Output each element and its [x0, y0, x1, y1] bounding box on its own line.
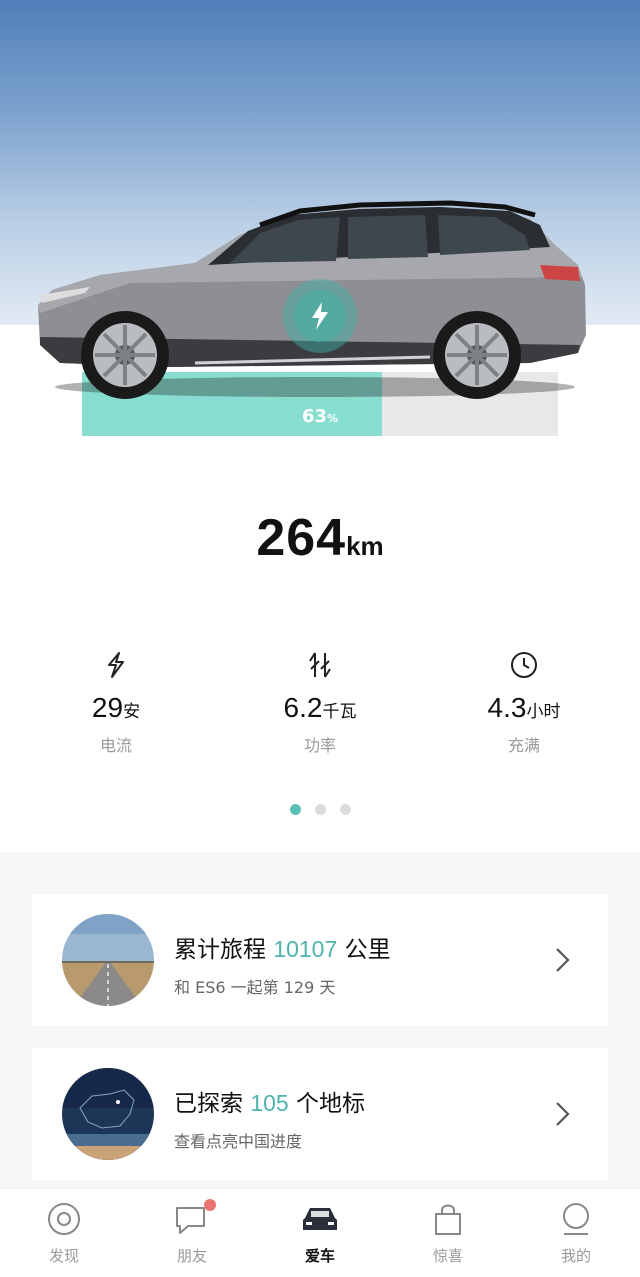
- power-arrows-icon: [220, 650, 420, 680]
- mileage-title: 累计旅程 10107 公里: [174, 936, 391, 963]
- mileage-subtitle: 和 ES6 一起第 129 天: [174, 978, 336, 997]
- car-hero: 63%: [0, 0, 640, 470]
- tab-profile[interactable]: 我的: [512, 1199, 640, 1266]
- stat-label: 功率: [303, 736, 336, 755]
- tab-surprise[interactable]: 惊喜: [384, 1199, 512, 1266]
- tab-label: 惊喜: [432, 1247, 463, 1265]
- stat-current: 29安 电流: [16, 650, 216, 756]
- discover-circle-icon: [0, 1199, 128, 1239]
- range-value: 264: [256, 509, 347, 567]
- tab-discover[interactable]: 发现: [0, 1199, 128, 1266]
- stat-label: 电流: [99, 736, 132, 755]
- mileage-card[interactable]: 累计旅程 10107 公里 和 ES6 一起第 129 天: [32, 894, 608, 1026]
- page-dot[interactable]: [289, 804, 301, 815]
- notification-badge: [204, 1199, 216, 1211]
- china-map-photo: [62, 1068, 154, 1160]
- car-icon: [256, 1199, 384, 1239]
- chevron-right-icon: [556, 948, 570, 972]
- tab-label: 朋友: [176, 1247, 207, 1265]
- battery-percentage: 63%: [301, 406, 339, 427]
- clock-icon: [424, 650, 624, 680]
- stat-time-to-full: 4.3小时 充满: [424, 650, 624, 756]
- bottom-tab-bar: 发现 朋友 爱车 惊喜 我的: [0, 1188, 640, 1277]
- tab-label: 发现: [48, 1247, 79, 1265]
- stat-power: 6.2千瓦 功率: [220, 650, 420, 756]
- tab-label: 我的: [560, 1247, 591, 1265]
- page-dot[interactable]: [339, 804, 351, 815]
- stat-label: 充满: [507, 736, 540, 755]
- charging-stats[interactable]: 29安 电流 6.2千瓦 功率 4.3小时 充满: [0, 650, 640, 760]
- landmarks-title: 已探索 105 个地标: [174, 1090, 365, 1117]
- page-indicator[interactable]: [0, 804, 640, 815]
- road-photo: [62, 914, 154, 1006]
- landmarks-card[interactable]: 已探索 105 个地标 查看点亮中国进度: [32, 1048, 608, 1180]
- shopping-bag-icon: [384, 1199, 512, 1239]
- journey-section: 累计旅程 10107 公里 和 ES6 一起第 129 天 已探索 105 个地…: [0, 852, 640, 1188]
- landmarks-subtitle: 查看点亮中国进度: [174, 1132, 303, 1151]
- range-unit: km: [346, 531, 384, 561]
- current-bolt-icon: [16, 650, 216, 680]
- page-dot[interactable]: [314, 804, 326, 815]
- tab-my-car[interactable]: 爱车: [256, 1199, 384, 1266]
- profile-icon: [512, 1199, 640, 1239]
- tab-friends[interactable]: 朋友: [128, 1199, 256, 1266]
- chat-bubble-icon: [128, 1199, 256, 1239]
- tab-label: 爱车: [304, 1247, 335, 1265]
- range-readout: 264km: [0, 508, 640, 568]
- chevron-right-icon: [556, 1102, 570, 1126]
- lightning-bolt-icon: [283, 279, 357, 353]
